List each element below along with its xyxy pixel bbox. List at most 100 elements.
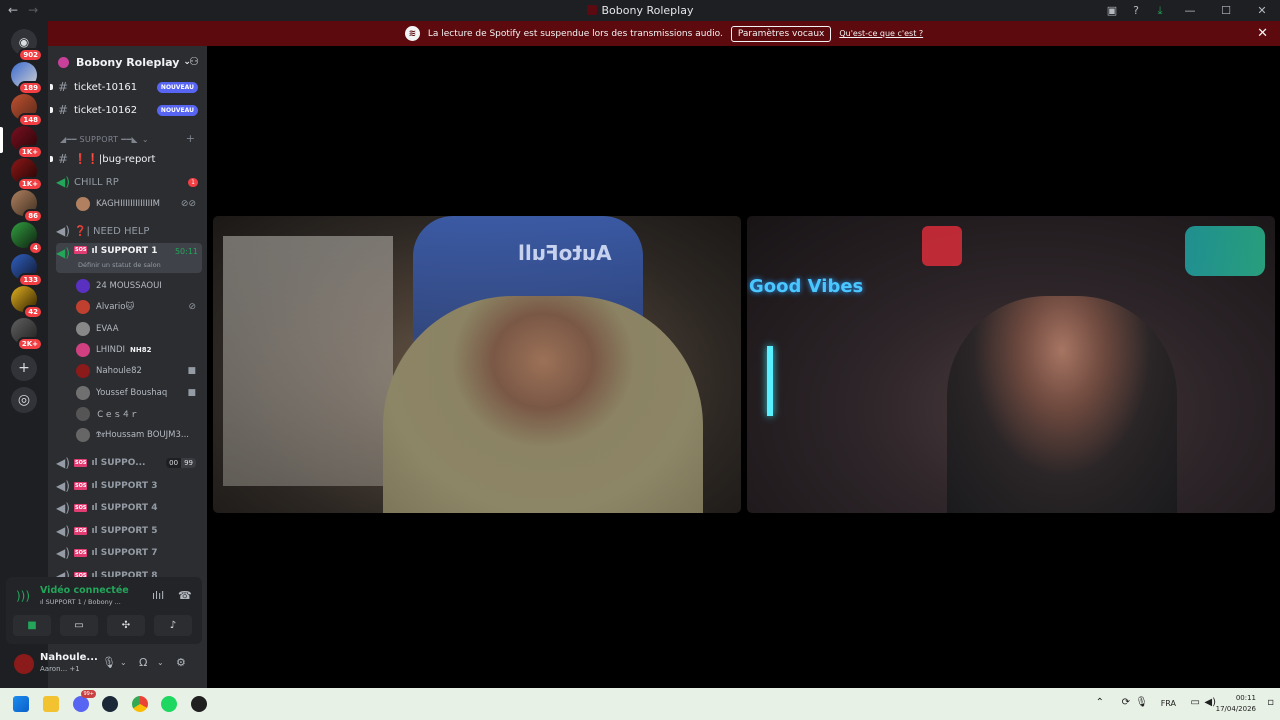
guild-icon[interactable]: 86 (11, 190, 43, 223)
channel-name: ❓| NEED HELP (74, 225, 150, 237)
clock[interactable]: 00:11 17/04/2026 (1216, 693, 1256, 715)
chevron-down-icon[interactable]: ⌄ (157, 658, 164, 667)
channel-name: CHILL RP (74, 176, 119, 188)
volume-icon[interactable]: ◀) (1204, 697, 1216, 708)
video-icon: ■ (187, 388, 196, 398)
download-icon[interactable]: ⤓ (1148, 4, 1172, 18)
voice-user[interactable]: Alvario🐱 ⊘ (76, 297, 202, 317)
screen-share-button[interactable]: ▭ (60, 615, 98, 636)
red-light (922, 226, 962, 266)
voice-support-5[interactable]: ◀) SOS ıl SUPPORT 5 (56, 521, 202, 541)
user-name[interactable]: Nahoule... (40, 652, 98, 663)
user-avatar[interactable] (14, 654, 34, 674)
server-header[interactable]: Bobony Roleplay ⌄ ⚇ (48, 46, 207, 78)
avatar (76, 322, 90, 336)
spotify-icon[interactable] (161, 696, 177, 712)
guild-icon-bobony[interactable]: 1K+ (11, 126, 43, 159)
notification-icon[interactable]: ▫ (1267, 697, 1274, 708)
soundboard-button[interactable]: ♪ (154, 615, 192, 636)
help-icon[interactable]: ? (1124, 4, 1148, 17)
server-boost-icon (58, 56, 69, 68)
hash-icon: # (57, 103, 69, 117)
voice-user[interactable]: Youssef Boushaq ■ (76, 383, 202, 403)
chrome-icon[interactable] (132, 696, 148, 712)
language-indicator[interactable]: FRA (1161, 699, 1176, 708)
close-button[interactable]: ✕ (1244, 4, 1280, 17)
microphone-icon[interactable]: 🎙 (102, 656, 116, 669)
voice-user[interactable]: Nahoule82 ■ (76, 361, 202, 381)
set-status-link[interactable]: Définir un statut de salon (78, 261, 161, 269)
category-support[interactable]: ◢━━ SUPPORT ━━◣ ⌄ (60, 135, 149, 144)
voice-user[interactable]: Ｃｅｓ４ｒ (76, 404, 202, 424)
guild-icon[interactable]: 133 (11, 254, 43, 287)
guild-badge: 86 (23, 209, 43, 223)
voice-support-4[interactable]: ◀) SOS ıl SUPPORT 4 (56, 498, 202, 518)
voice-user[interactable]: 𝕯𝖗Houssam BOUJM3... (76, 425, 202, 445)
headphones-icon[interactable]: Ω (139, 656, 147, 669)
noise-suppression-icon[interactable]: ılıl (152, 589, 164, 602)
channel-name: ıl SUPPORT 5 (91, 526, 158, 536)
banner-help-link[interactable]: Qu'est-ce que c'est ? (839, 29, 923, 38)
background-shelf (223, 236, 393, 486)
voice-support-7[interactable]: ◀) SOS ıl SUPPORT 7 (56, 543, 202, 563)
close-icon[interactable]: ✕ (1257, 26, 1268, 41)
guild-icon[interactable]: 2K+ (11, 318, 43, 351)
voice-user[interactable]: KAGHIIIIIIIIIIIIIM ⊘⊘ (76, 194, 202, 214)
discover-button[interactable]: ◎ (11, 387, 37, 413)
voice-user[interactable]: EVAA (76, 319, 202, 339)
voice-user[interactable]: LHINDI NH82 (76, 340, 202, 360)
support-tag-icon: SOS (74, 459, 88, 467)
add-channel-icon[interactable]: + (186, 132, 195, 145)
selected-pill (0, 127, 3, 153)
microphone-icon[interactable]: 🎙 (1135, 697, 1148, 708)
file-explorer-icon[interactable] (43, 696, 59, 712)
sync-icon[interactable]: ⟳ (1122, 697, 1130, 708)
channel-ticket-10162[interactable]: # ticket-10162 NOUVEAU (50, 100, 202, 120)
support-tag-icon: SOS (74, 549, 88, 557)
connected-channel[interactable]: ıl SUPPORT 1 / Bobony ... (40, 598, 121, 606)
voice-support-3[interactable]: ◀) SOS ıl SUPPORT 3 (56, 476, 202, 496)
guild-icon[interactable]: 4 (11, 222, 43, 255)
video-icon: ■ (187, 366, 196, 376)
app-icon[interactable] (191, 696, 207, 712)
channel-name: ❗❗|bug-report (74, 153, 156, 165)
guild-icon[interactable]: 1K+ (11, 158, 43, 191)
settings-gear-icon[interactable]: ⚙ (176, 656, 186, 669)
voice-chill-rp[interactable]: ◀) CHILL RP 1 (56, 172, 202, 192)
chevron-down-icon[interactable]: ⌄ (120, 658, 127, 667)
voice-support-2[interactable]: ◀) SOS ıl SUPPO... 00 99 (56, 453, 202, 473)
voice-support-1[interactable]: ◀) SOS ıl SUPPORT 1 50:11 Définir un statut … (56, 243, 202, 273)
minimize-button[interactable]: — (1172, 4, 1208, 17)
disconnect-icon[interactable]: ☎ (178, 589, 192, 602)
mention-badge: 1 (188, 177, 198, 187)
windows-start-icon[interactable] (13, 696, 29, 712)
avatar (76, 343, 90, 357)
steam-icon[interactable] (102, 696, 118, 712)
user-panel: Nahoule... Aaron... +1 🎙 ⌄ Ω ⌄ ⚙ (6, 648, 202, 678)
hash-icon: # (57, 152, 69, 166)
hash-icon: # (57, 80, 69, 94)
video-tile[interactable]: AutoFull (213, 216, 741, 513)
guild-icon[interactable]: 42 (11, 286, 43, 319)
camera-button[interactable]: ■ (13, 615, 51, 636)
discord-window: ← → Bobony Roleplay ▣ ? ⤓ — ☐ ✕ ◉ 902 189… (0, 0, 1280, 720)
guild-icon[interactable]: 148 (11, 94, 43, 127)
direct-messages-button[interactable]: ◉ 902 (11, 29, 43, 62)
add-member-icon[interactable]: ⚇ (189, 55, 199, 68)
voice-settings-button[interactable]: Paramètres vocaux (730, 25, 832, 42)
discord-icon[interactable]: 99+ (73, 690, 96, 712)
connection-status[interactable]: Vidéo connectée (40, 585, 129, 596)
video-tile[interactable]: Good Vibes (747, 216, 1275, 513)
display-icon[interactable]: ▭ (1191, 697, 1200, 708)
guild-icon[interactable]: 189 (11, 62, 43, 95)
screen-share-icon[interactable]: ▣ (1100, 4, 1124, 17)
chevron-up-icon[interactable]: ⌃ (1096, 697, 1104, 708)
voice-need-help[interactable]: ◀) ❓| NEED HELP (56, 221, 202, 241)
activities-button[interactable]: ✣ (107, 615, 145, 636)
voice-user[interactable]: 24 MOUSSAOUI (76, 276, 202, 296)
signal-icon[interactable]: ))) (16, 589, 30, 603)
channel-bug-report[interactable]: # ❗❗|bug-report (50, 149, 202, 169)
channel-ticket-10161[interactable]: # ticket-10161 NOUVEAU (50, 77, 202, 97)
maximize-button[interactable]: ☐ (1208, 4, 1244, 17)
add-server-button[interactable]: + (11, 355, 37, 381)
